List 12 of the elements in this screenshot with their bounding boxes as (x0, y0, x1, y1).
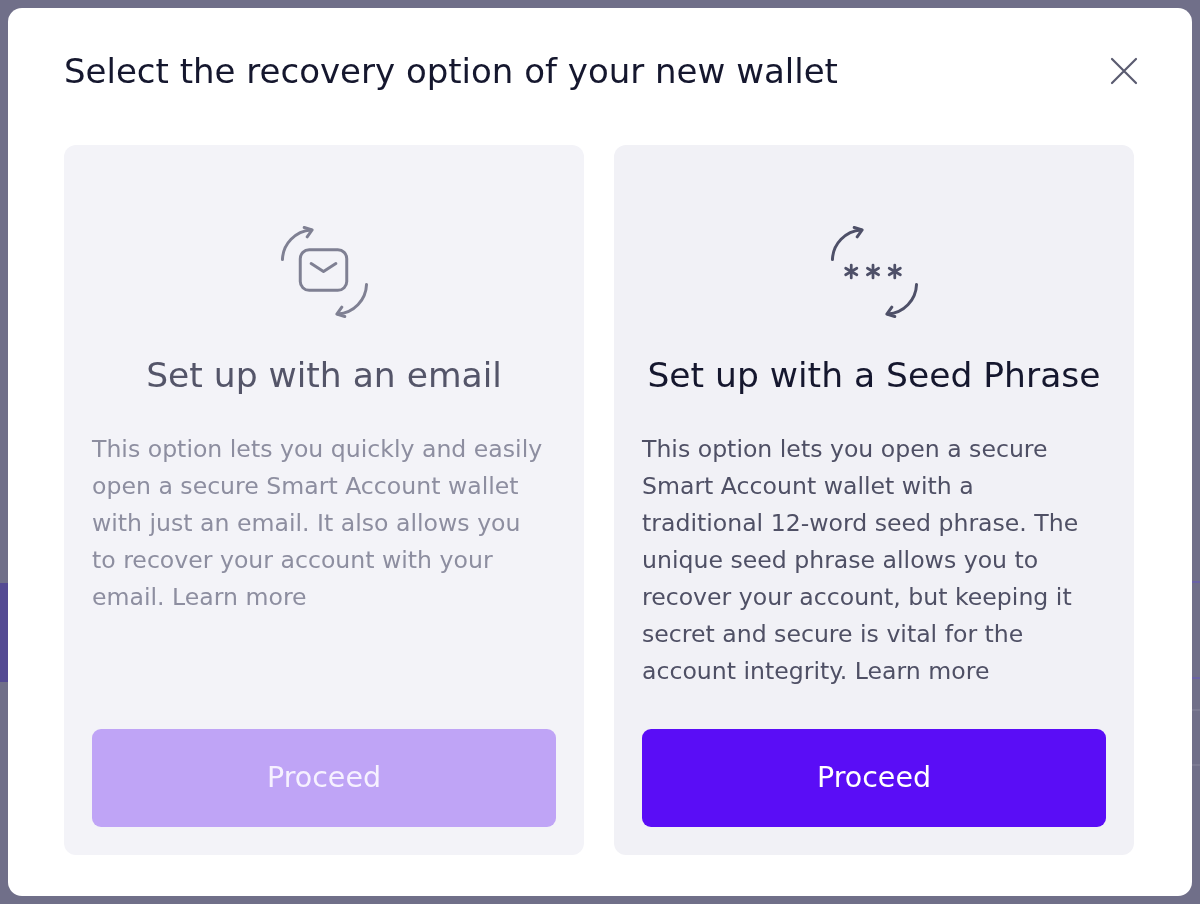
option-title: Set up with a Seed Phrase (647, 353, 1101, 397)
option-description: This option lets you quickly and easily open a secure Smart Account wallet with just an email. It also allows you to recover your account with your email. Learn more (92, 433, 544, 613)
envelope-arrows-icon (278, 225, 370, 318)
option-card[interactable] (614, 144, 1134, 855)
learn-more-link[interactable]: Learn more (854, 656, 990, 685)
proceed-button[interactable]: Proceed (642, 729, 1106, 827)
option-title: Set up with an email (146, 353, 502, 397)
close-button[interactable] (1109, 56, 1139, 87)
close-icon (1109, 56, 1139, 87)
asterisks-arrows-icon (828, 225, 920, 318)
dialog-title: Select the recovery option of your new wallet (64, 50, 838, 93)
option-description: This option lets you open a secure Smart Account wallet with a traditional 12-word seed phrase. The unique seed phrase allows you to recover your account, but keeping it secret and secure is vital for the account integrity. Learn more (642, 433, 1080, 687)
